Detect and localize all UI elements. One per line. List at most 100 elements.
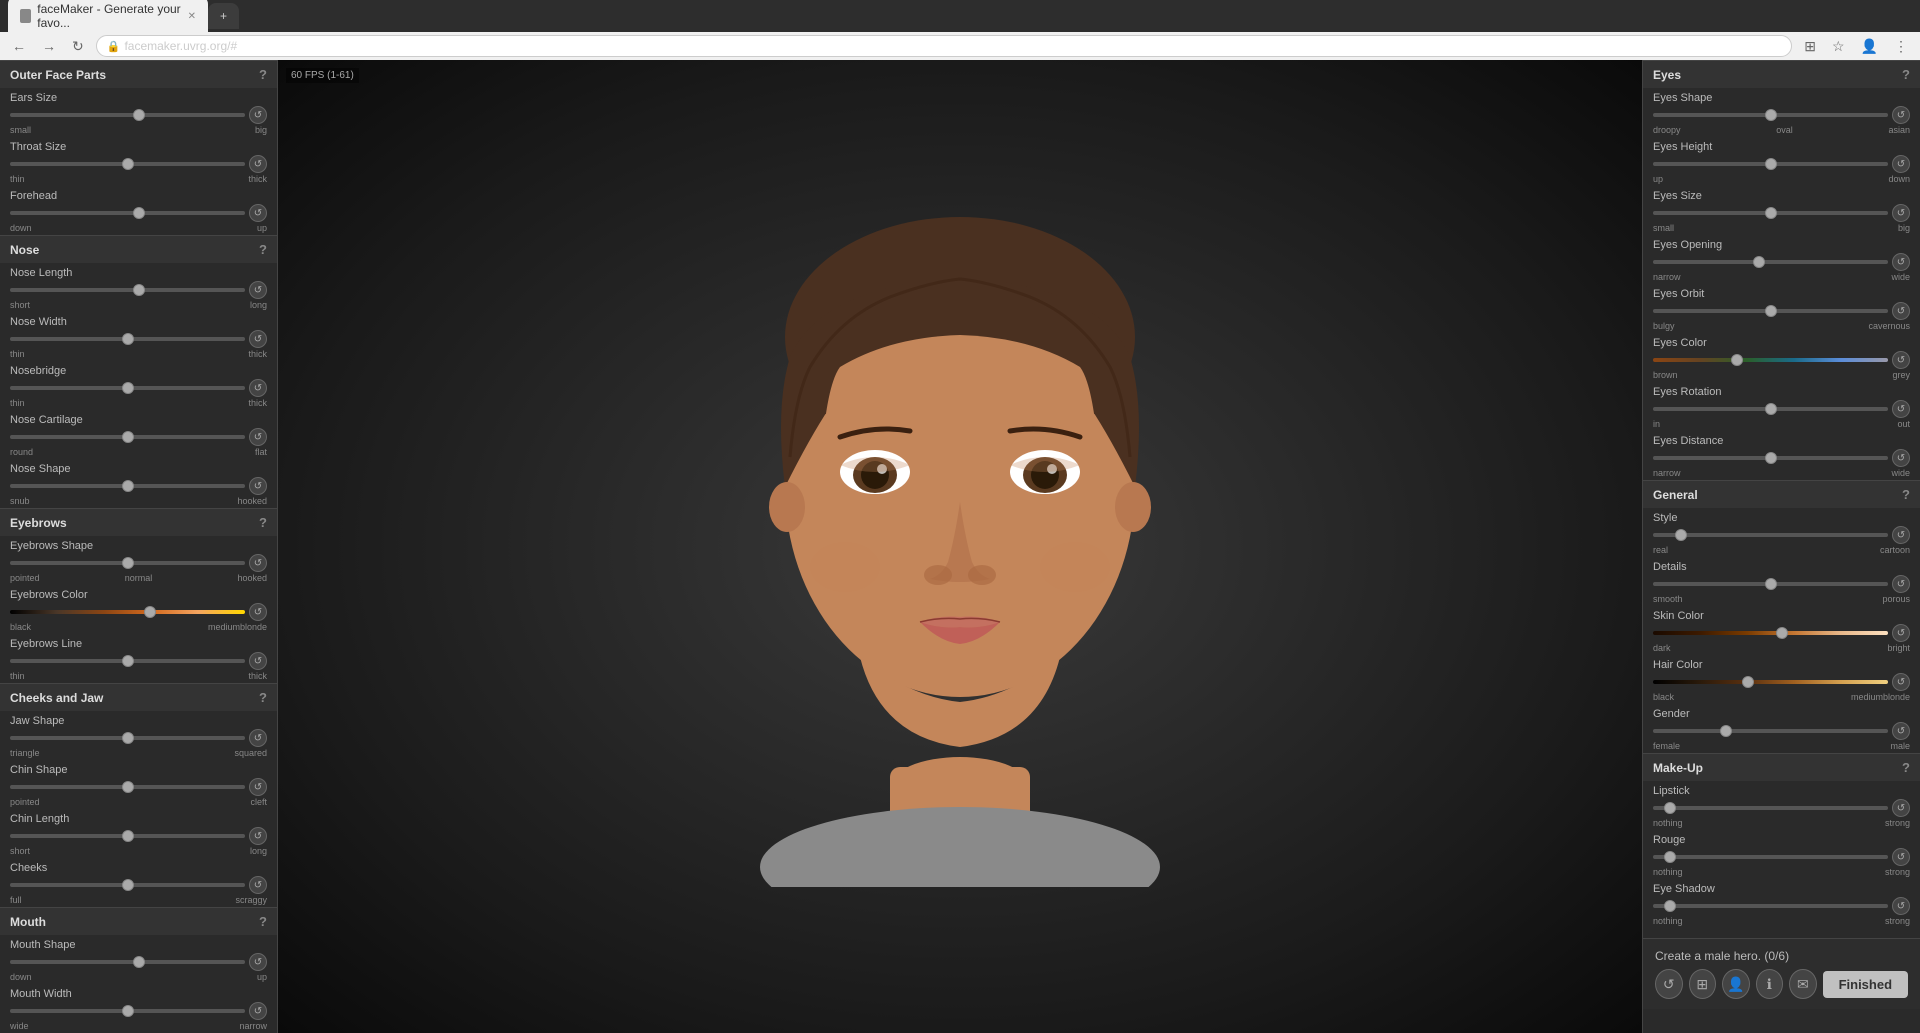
eyes-size-reset[interactable]: ↺: [1892, 204, 1910, 222]
back-button[interactable]: ←: [8, 36, 30, 56]
eyes-rotation-reset[interactable]: ↺: [1892, 400, 1910, 418]
address-bar[interactable]: 🔒 facemaker.uvrg.org/#: [96, 35, 1793, 57]
eye-shadow-slider[interactable]: [1653, 904, 1888, 908]
chin-length-reset[interactable]: ↺: [249, 827, 267, 845]
grid-view-button[interactable]: ⊞: [1689, 969, 1717, 999]
style-slider[interactable]: [1653, 533, 1888, 537]
mouth-help-icon[interactable]: ?: [259, 914, 267, 929]
gender-slider[interactable]: [1653, 729, 1888, 733]
eyes-size-slider[interactable]: [1653, 211, 1888, 215]
gender-reset[interactable]: ↺: [1892, 722, 1910, 740]
jaw-shape-reset[interactable]: ↺: [249, 729, 267, 747]
eyes-color-reset[interactable]: ↺: [1892, 351, 1910, 369]
eyes-height-reset[interactable]: ↺: [1892, 155, 1910, 173]
nose-cartilage-slider[interactable]: [10, 435, 245, 439]
cheeks-jaw-help-icon[interactable]: ?: [259, 690, 267, 705]
forehead-reset[interactable]: ↺: [249, 204, 267, 222]
tab-close-button[interactable]: ✕: [188, 11, 196, 22]
eyebrows-shape-slider[interactable]: [10, 561, 245, 565]
hair-color-reset[interactable]: ↺: [1892, 673, 1910, 691]
jaw-shape-slider[interactable]: [10, 736, 245, 740]
url-text: facemaker.uvrg.org/#: [124, 39, 237, 53]
person-button[interactable]: 👤: [1722, 969, 1750, 999]
mouth-shape-slider[interactable]: [10, 960, 245, 964]
rouge-slider[interactable]: [1653, 855, 1888, 859]
reset-all-button[interactable]: ↺: [1655, 969, 1683, 999]
eyes-opening-slider[interactable]: [1653, 260, 1888, 264]
eyes-shape-reset[interactable]: ↺: [1892, 106, 1910, 124]
ears-size-reset[interactable]: ↺: [249, 106, 267, 124]
eyes-height-slider[interactable]: [1653, 162, 1888, 166]
email-button[interactable]: ✉: [1789, 969, 1817, 999]
eyes-orbit-reset[interactable]: ↺: [1892, 302, 1910, 320]
nosebridge-slider[interactable]: [10, 386, 245, 390]
bookmark-button[interactable]: ☆: [1828, 36, 1849, 57]
style-reset[interactable]: ↺: [1892, 526, 1910, 544]
eyes-rotation-slider[interactable]: [1653, 407, 1888, 411]
throat-size-slider[interactable]: [10, 162, 245, 166]
cheeks-slider[interactable]: [10, 883, 245, 887]
new-tab-button[interactable]: +: [208, 3, 239, 29]
forehead-slider[interactable]: [10, 211, 245, 215]
nose-shape-slider[interactable]: [10, 484, 245, 488]
skin-color-slider[interactable]: [1653, 631, 1888, 635]
eyebrows-line-reset[interactable]: ↺: [249, 652, 267, 670]
info-button[interactable]: ℹ: [1756, 969, 1784, 999]
eyes-help-icon[interactable]: ?: [1902, 67, 1910, 82]
eyes-shape-slider[interactable]: [1653, 113, 1888, 117]
chin-shape-reset[interactable]: ↺: [249, 778, 267, 796]
profile-button[interactable]: 👤: [1857, 36, 1882, 57]
eyes-distance-slider[interactable]: [1653, 456, 1888, 460]
lipstick-reset[interactable]: ↺: [1892, 799, 1910, 817]
throat-size-reset[interactable]: ↺: [249, 155, 267, 173]
skin-color-reset[interactable]: ↺: [1892, 624, 1910, 642]
chin-length-slider[interactable]: [10, 834, 245, 838]
nose-length-slider[interactable]: [10, 288, 245, 292]
rouge-control: Rouge ↺ nothing strong: [1643, 830, 1920, 879]
eyebrows-line-slider[interactable]: [10, 659, 245, 663]
eye-shadow-reset[interactable]: ↺: [1892, 897, 1910, 915]
eyes-opening-reset[interactable]: ↺: [1892, 253, 1910, 271]
nosebridge-reset[interactable]: ↺: [249, 379, 267, 397]
extensions-button[interactable]: ⊞: [1800, 36, 1820, 57]
general-help-icon[interactable]: ?: [1902, 487, 1910, 502]
hair-color-slider[interactable]: [1653, 680, 1888, 684]
forehead-control: Forehead ↺ down up: [0, 186, 277, 235]
outer-face-help-icon[interactable]: ?: [259, 67, 267, 82]
details-slider[interactable]: [1653, 582, 1888, 586]
finished-button[interactable]: Finished: [1823, 971, 1908, 998]
makeup-help-icon[interactable]: ?: [1902, 760, 1910, 775]
nosebridge-control: Nosebridge ↺ thin thick: [0, 361, 277, 410]
chin-shape-slider[interactable]: [10, 785, 245, 789]
center-3d-view[interactable]: 60 FPS (1-61): [278, 60, 1642, 1033]
cheeks-reset[interactable]: ↺: [249, 876, 267, 894]
eyes-color-slider[interactable]: [1653, 358, 1888, 362]
mouth-width-slider[interactable]: [10, 1009, 245, 1013]
reload-button[interactable]: ↻: [68, 36, 88, 57]
nose-width-slider[interactable]: [10, 337, 245, 341]
eyes-orbit-slider[interactable]: [1653, 309, 1888, 313]
eyebrows-shape-reset[interactable]: ↺: [249, 554, 267, 572]
details-reset[interactable]: ↺: [1892, 575, 1910, 593]
nose-shape-reset[interactable]: ↺: [249, 477, 267, 495]
nose-cartilage-reset[interactable]: ↺: [249, 428, 267, 446]
forward-button[interactable]: →: [38, 36, 60, 56]
eyebrows-color-slider[interactable]: [10, 610, 245, 614]
eyebrows-color-control: Eyebrows Color ↺ black mediumblonde: [0, 585, 277, 634]
nose-length-min-label: short: [10, 300, 30, 310]
ears-size-slider[interactable]: [10, 113, 245, 117]
nose-help-icon[interactable]: ?: [259, 242, 267, 257]
eyes-distance-reset[interactable]: ↺: [1892, 449, 1910, 467]
chin-shape-max-label: cleft: [250, 797, 267, 807]
mouth-width-reset[interactable]: ↺: [249, 1002, 267, 1020]
eyebrows-help-icon[interactable]: ?: [259, 515, 267, 530]
menu-button[interactable]: ⋮: [1890, 36, 1912, 57]
mouth-shape-reset[interactable]: ↺: [249, 953, 267, 971]
lipstick-slider[interactable]: [1653, 806, 1888, 810]
nose-width-reset[interactable]: ↺: [249, 330, 267, 348]
active-tab[interactable]: faceMaker - Generate your favo... ✕: [8, 0, 208, 36]
nosebridge-max-label: thick: [248, 398, 267, 408]
nose-length-reset[interactable]: ↺: [249, 281, 267, 299]
eyebrows-color-reset[interactable]: ↺: [249, 603, 267, 621]
rouge-reset[interactable]: ↺: [1892, 848, 1910, 866]
